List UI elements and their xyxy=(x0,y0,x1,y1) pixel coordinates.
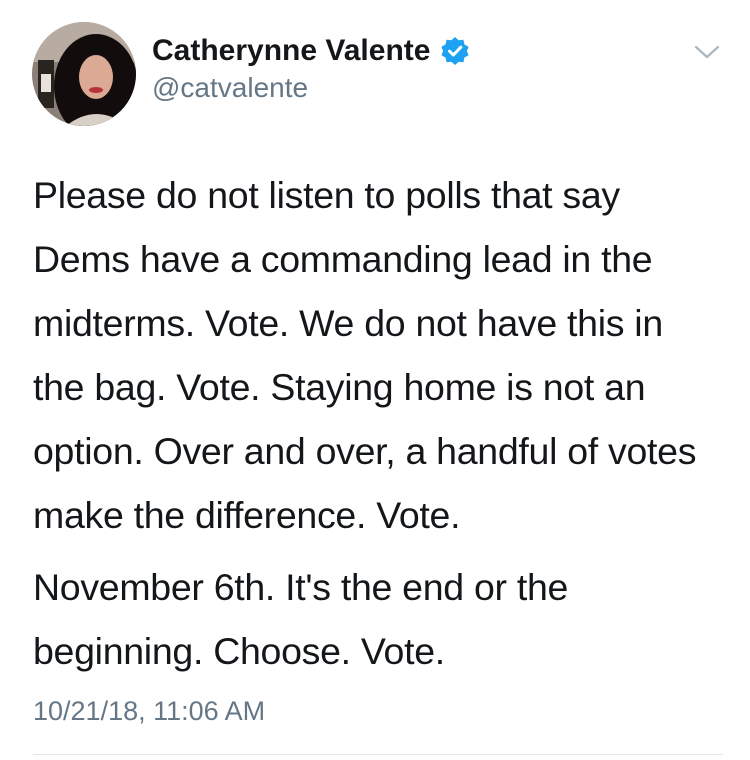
verified-badge-icon xyxy=(441,37,469,65)
avatar[interactable] xyxy=(32,22,136,126)
tweet-timestamp[interactable]: 10/21/18, 11:06 AM xyxy=(33,696,265,727)
tweet-paragraph-2: November 6th. It's the end or the beginn… xyxy=(33,566,569,672)
tweet-text: Please do not listen to polls that say D… xyxy=(33,163,723,683)
author-handle[interactable]: @catvalente xyxy=(152,72,308,104)
avatar-photo xyxy=(32,22,136,126)
author-name[interactable]: Catherynne Valente xyxy=(152,34,430,68)
tweet-card: Catherynne Valente @catvalente Please do… xyxy=(0,0,750,760)
divider xyxy=(33,754,723,755)
tweet-paragraph-1: Please do not listen to polls that say D… xyxy=(33,174,697,536)
chevron-down-icon[interactable] xyxy=(692,40,722,64)
